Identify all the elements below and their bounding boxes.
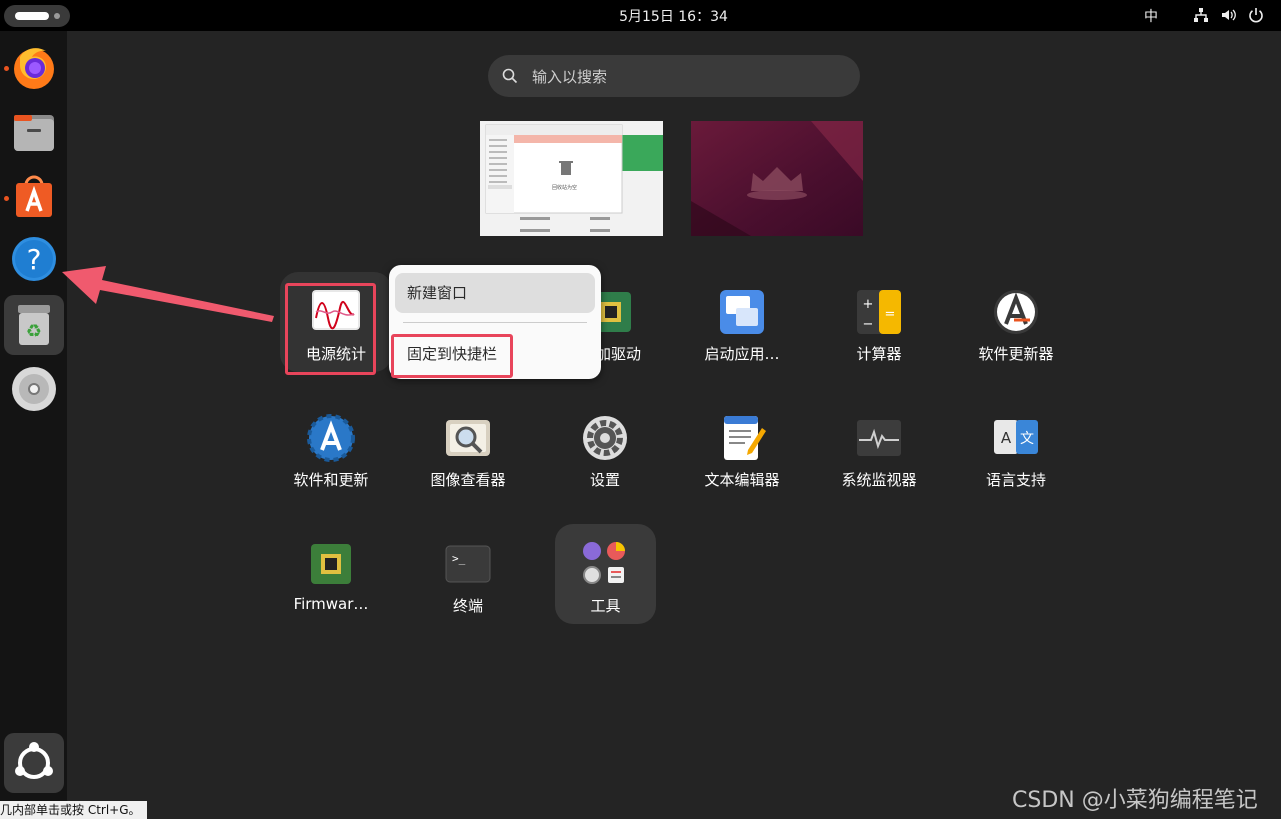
app-label: 语言支持 — [985, 471, 1046, 489]
svg-text:+: + — [863, 297, 874, 312]
app-folder-utilities[interactable]: 工具 — [555, 524, 656, 624]
workspace-thumbnail-2[interactable] — [691, 121, 863, 236]
highlight-box-app — [285, 283, 376, 375]
system-monitor-icon — [851, 410, 907, 466]
network-icon[interactable] — [1193, 7, 1209, 23]
app-label: 软件和更新 — [293, 471, 369, 489]
search-bar[interactable] — [488, 55, 860, 97]
image-viewer-icon — [440, 410, 496, 466]
app-firmware-updater[interactable]: Firmwar… — [275, 524, 387, 624]
help-icon: ? — [12, 237, 56, 281]
app-settings[interactable]: 设置 — [549, 398, 661, 498]
svg-text:♻: ♻ — [26, 321, 42, 342]
app-image-viewer[interactable]: 图像查看器 — [412, 398, 524, 498]
svg-text:=: = — [885, 307, 896, 322]
top-bar: 5月15日 16：34 中 — [0, 0, 1281, 31]
app-label: 计算器 — [856, 345, 902, 363]
app-startup-applications[interactable]: 启动应用… — [686, 272, 798, 372]
text-editor-icon — [714, 410, 770, 466]
app-label: 工具 — [590, 597, 621, 615]
search-input[interactable] — [530, 61, 844, 93]
clock[interactable]: 5月15日 16：34 — [619, 9, 728, 25]
trash-recycle-icon: ♻ — [18, 305, 50, 345]
volume-icon[interactable] — [1221, 7, 1237, 23]
app-label: 文本编辑器 — [704, 471, 780, 489]
files-folder-icon — [14, 115, 54, 151]
app-label: 图像查看器 — [430, 471, 506, 489]
app-software-updater[interactable]: 软件更新器 — [960, 272, 1072, 372]
svg-text:>_: >_ — [452, 552, 466, 565]
input-method-indicator[interactable]: 中 — [1144, 6, 1158, 26]
app-software-and-updates[interactable]: 软件和更新 — [275, 398, 387, 498]
show-apps-button[interactable] — [4, 733, 64, 793]
ubuntu-logo-icon — [15, 742, 53, 779]
highlight-box-menu — [391, 334, 513, 378]
search-icon — [502, 68, 518, 84]
dock-trash[interactable]: ♻ — [4, 295, 64, 355]
svg-text:−: − — [863, 317, 874, 332]
software-properties-icon — [303, 410, 359, 466]
app-center-bag-icon — [16, 175, 52, 217]
workspace-indicator-active — [15, 12, 49, 20]
workspace-indicator-dot — [54, 13, 60, 19]
app-terminal[interactable]: >_ 终端 — [412, 524, 524, 624]
firefox-icon — [14, 48, 54, 89]
workspace-thumbnail-1[interactable]: 回收站为空 — [480, 121, 663, 236]
app-label: 设置 — [589, 471, 620, 489]
dock-files[interactable] — [4, 101, 64, 161]
annotation-arrow-icon — [62, 266, 274, 322]
app-label: 终端 — [452, 597, 483, 615]
app-language-support[interactable]: A文 语言支持 — [960, 398, 1072, 498]
dock-firefox[interactable] — [4, 37, 64, 97]
activities-button[interactable] — [4, 5, 70, 27]
firmware-chip-icon — [303, 536, 359, 592]
dock: ? ♻ — [0, 31, 67, 819]
calculator-icon: + − = — [851, 284, 907, 340]
app-calculator[interactable]: + − = 计算器 — [823, 272, 935, 372]
app-label: 软件更新器 — [978, 345, 1054, 363]
wallpaper-preview — [691, 121, 863, 236]
empty-trash-text: 回收站为空 — [552, 185, 578, 191]
language-support-icon: A文 — [988, 410, 1044, 466]
dock-app-center[interactable] — [4, 165, 64, 225]
menu-item-new-window[interactable]: 新建窗口 — [395, 273, 595, 313]
svg-text:?: ? — [27, 243, 42, 276]
settings-gear-icon — [577, 410, 633, 466]
status-hint: 几内部单击或按 Ctrl+G。 — [0, 801, 147, 819]
watermark: CSDN @小菜狗编程笔记 — [1012, 788, 1258, 813]
startup-apps-icon — [714, 284, 770, 340]
app-system-monitor[interactable]: 系统监视器 — [823, 398, 935, 498]
folder-icon — [577, 536, 633, 592]
app-label: 启动应用… — [704, 345, 780, 363]
files-window-preview — [480, 121, 663, 236]
disc-icon — [12, 367, 56, 411]
power-icon[interactable] — [1248, 7, 1264, 23]
terminal-icon: >_ — [440, 536, 496, 592]
svg-text:A: A — [1001, 429, 1012, 447]
software-updater-icon — [988, 284, 1044, 340]
app-label: Firmwar… — [293, 595, 369, 613]
dock-help[interactable]: ? — [4, 229, 64, 289]
app-text-editor[interactable]: 文本编辑器 — [686, 398, 798, 498]
menu-divider — [403, 322, 587, 323]
app-label: 系统监视器 — [841, 471, 917, 489]
dock-disc[interactable] — [4, 359, 64, 419]
svg-text:文: 文 — [1020, 431, 1034, 447]
